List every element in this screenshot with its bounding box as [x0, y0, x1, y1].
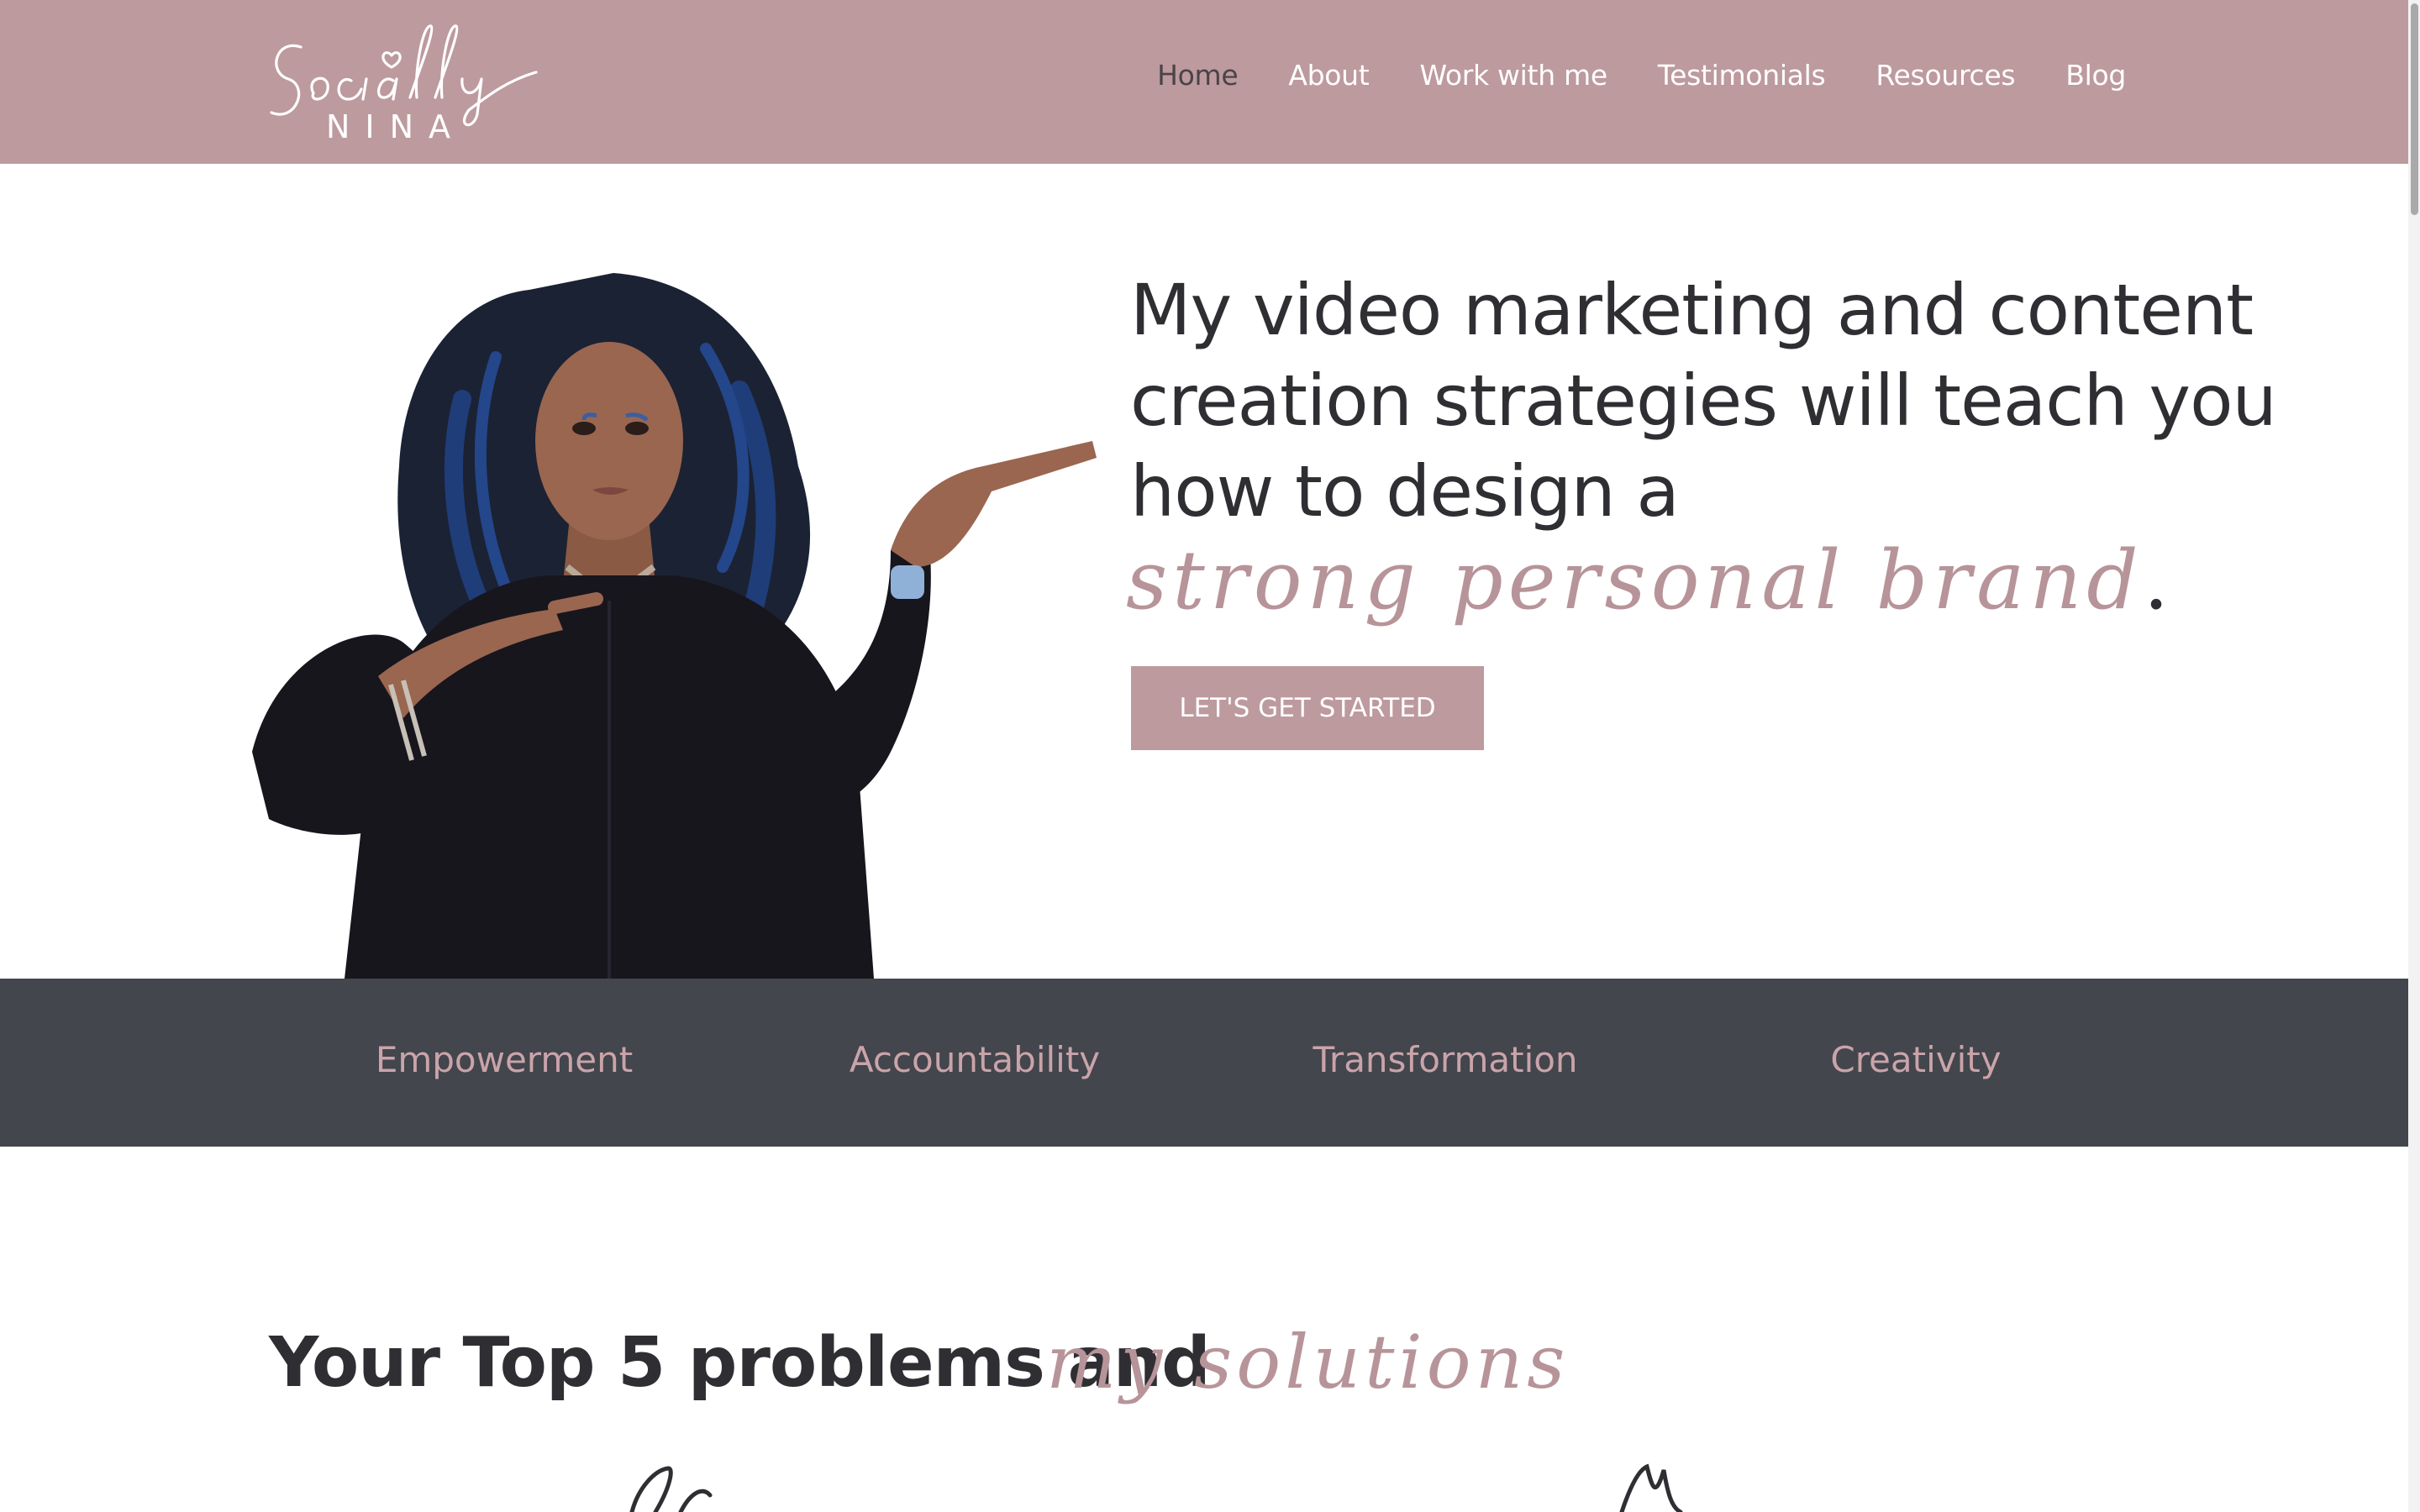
hero-script-phrase: strong personal brand.	[1126, 533, 2169, 627]
nav-work-with-me[interactable]: Work with me	[1419, 59, 1607, 92]
site-header: NINA Home About Work with me Testimonial…	[0, 0, 2420, 164]
value-transformation: Transformation	[1313, 1039, 1578, 1080]
lets-get-started-button[interactable]: LET'S GET STARTED	[1131, 666, 1484, 750]
script-heading-peek-left	[629, 1466, 713, 1512]
problems-script: my solutions	[1046, 1319, 1570, 1405]
value-empowerment: Empowerment	[375, 1039, 634, 1080]
script-phrase-punct: .	[2143, 533, 2170, 627]
hero-headline: My video marketing and content creation …	[1130, 265, 2277, 537]
nav-about[interactable]: About	[1288, 59, 1369, 92]
hero-photo	[252, 248, 1109, 979]
headline-line-2: creation strategies will teach you	[1130, 360, 2277, 442]
script-heading-peek-right	[1619, 1463, 1683, 1512]
nav-blog[interactable]: Blog	[2065, 59, 2126, 92]
value-accountability: Accountability	[849, 1039, 1101, 1080]
headline-line-1: My video marketing and content	[1130, 269, 2254, 351]
page-scrollbar[interactable]	[2408, 0, 2420, 1512]
value-creativity: Creativity	[1830, 1039, 2002, 1080]
logo-caps: NINA	[326, 108, 466, 139]
values-band: Empowerment Accountability Transformatio…	[0, 979, 2420, 1147]
scrollbar-thumb[interactable]	[2411, 3, 2418, 215]
logo-graphic: NINA	[270, 24, 538, 145]
headline-line-3: how to design a	[1130, 450, 1680, 533]
main-nav: Home About Work with me Testimonials Res…	[1157, 59, 2126, 92]
socially-nina-logo[interactable]: NINA	[267, 13, 561, 145]
nav-home[interactable]: Home	[1157, 59, 1239, 92]
woman-pointing-illustration	[252, 273, 1097, 979]
nav-resources[interactable]: Resources	[1876, 59, 2015, 92]
nav-testimonials[interactable]: Testimonials	[1658, 59, 1826, 92]
script-phrase-text: strong personal brand	[1126, 533, 2144, 627]
hero-section: My video marketing and content creation …	[0, 164, 2420, 979]
